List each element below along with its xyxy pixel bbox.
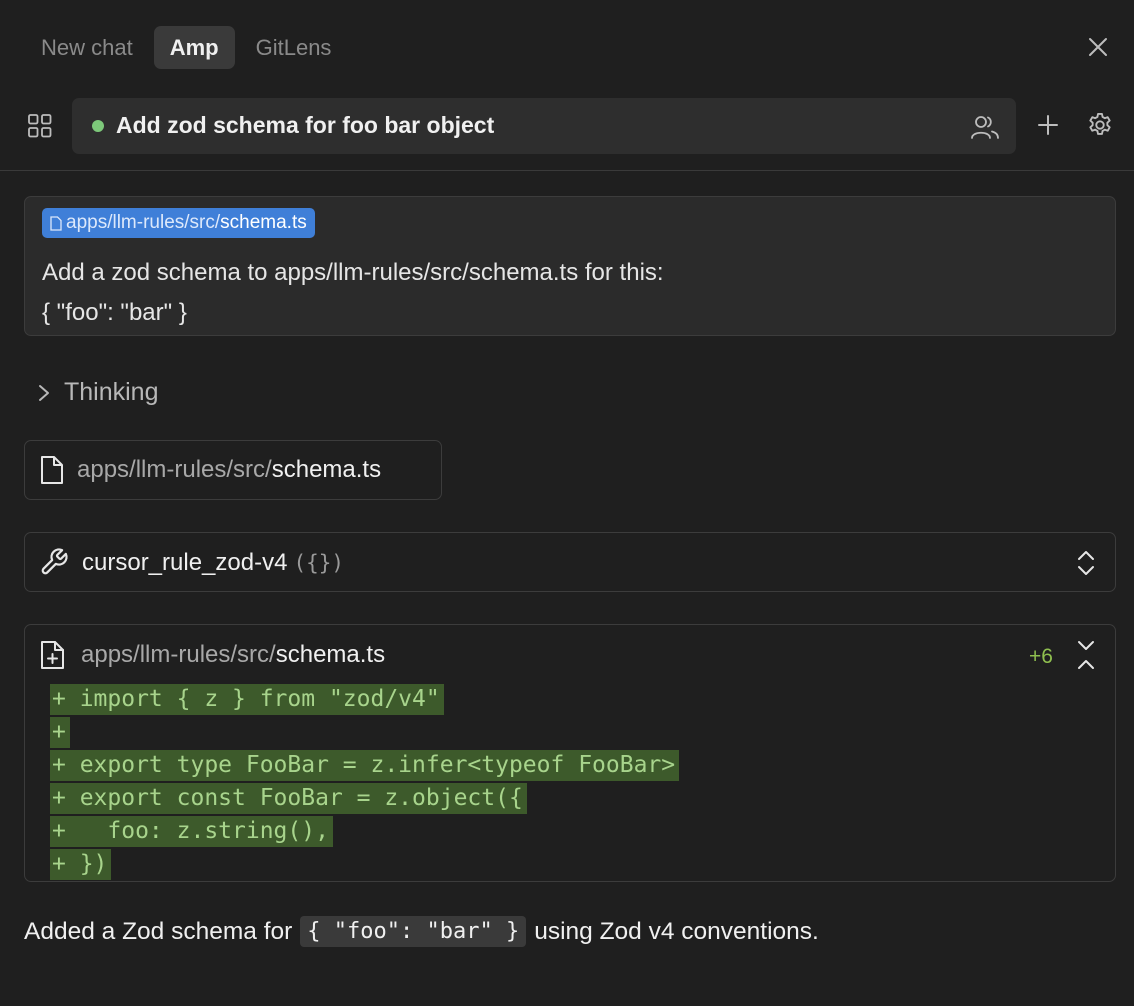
summary-suffix: using Zod v4 conventions. bbox=[534, 917, 819, 945]
file-icon bbox=[50, 215, 62, 231]
diff-code: + import { z } from "zod/v4" + + export … bbox=[50, 683, 680, 881]
diff-line: + export type FooBar = z.infer<typeof Fo… bbox=[50, 749, 680, 782]
tab-new-chat[interactable]: New chat bbox=[28, 26, 146, 69]
user-message-text: Add a zod schema to apps/llm-rules/src/s… bbox=[42, 253, 664, 333]
user-message: apps/llm-rules/src/schema.ts Add a zod s… bbox=[24, 196, 1116, 336]
diff-line: + }) bbox=[50, 848, 679, 881]
divider bbox=[0, 170, 1134, 171]
user-message-line1: Add a zod schema to apps/llm-rules/src/s… bbox=[42, 259, 664, 286]
summary-prefix: Added a Zod schema for bbox=[24, 917, 293, 945]
wrench-icon bbox=[39, 547, 69, 577]
close-icon[interactable] bbox=[1085, 34, 1111, 60]
collapse-icon[interactable] bbox=[1074, 639, 1098, 671]
user-message-line2: { "foo": "bar" } bbox=[42, 299, 187, 326]
diff-line: + bbox=[50, 716, 679, 749]
read-file-path-bright: schema.ts bbox=[271, 456, 382, 483]
diff-added-count: +6 bbox=[1029, 645, 1053, 668]
chip-path-bright: schema.ts bbox=[220, 212, 307, 233]
grid-icon[interactable] bbox=[27, 113, 53, 139]
diff-header[interactable]: apps/llm-rules/src/schema.ts bbox=[39, 639, 385, 671]
people-icon[interactable] bbox=[970, 113, 1000, 141]
read-file-path-dim: apps/llm-rules/src/ bbox=[77, 456, 272, 483]
thread-selector[interactable]: Add zod schema for foo bar object bbox=[72, 98, 1016, 154]
plus-icon[interactable] bbox=[1035, 112, 1061, 138]
assistant-summary: Added a Zod schema for { "foo": "bar" } … bbox=[24, 916, 819, 947]
tool-args: ({}) bbox=[293, 551, 345, 575]
status-dot bbox=[92, 120, 104, 132]
summary-inline-code: { "foo": "bar" } bbox=[300, 916, 527, 947]
gear-icon[interactable] bbox=[1086, 111, 1114, 139]
chevron-right-icon bbox=[39, 384, 49, 401]
expand-icon[interactable] bbox=[1074, 549, 1098, 577]
tool-call-card[interactable]: cursor_rule_zod-v4({}) bbox=[24, 532, 1116, 592]
tab-bar: New chat Amp GitLens bbox=[28, 26, 352, 69]
diff-path-dim: apps/llm-rules/src/ bbox=[81, 641, 276, 668]
file-mention-chip[interactable]: apps/llm-rules/src/schema.ts bbox=[42, 208, 315, 238]
file-icon bbox=[41, 456, 63, 484]
diff-line: + foo: z.string(), bbox=[50, 815, 679, 848]
chip-path-dim: apps/llm-rules/src/ bbox=[66, 212, 221, 233]
tool-name: cursor_rule_zod-v4 bbox=[82, 549, 288, 576]
tab-gitlens[interactable]: GitLens bbox=[243, 26, 345, 69]
thinking-toggle[interactable]: Thinking bbox=[36, 378, 159, 407]
diff-card: apps/llm-rules/src/schema.ts +6 + import… bbox=[24, 624, 1116, 882]
diff-path-bright: schema.ts bbox=[275, 641, 386, 668]
tab-amp[interactable]: Amp bbox=[153, 26, 235, 69]
diff-line: + export const FooBar = z.object({ bbox=[50, 782, 679, 815]
thread-title: Add zod schema for foo bar object bbox=[116, 112, 495, 138]
diff-line: + import { z } from "zod/v4" bbox=[50, 683, 679, 716]
thinking-label: Thinking bbox=[64, 378, 159, 406]
file-plus-icon bbox=[41, 641, 64, 669]
thread-toolbar: Add zod schema for foo bar object bbox=[0, 98, 1134, 154]
read-file-card[interactable]: apps/llm-rules/src/schema.ts bbox=[24, 440, 442, 500]
